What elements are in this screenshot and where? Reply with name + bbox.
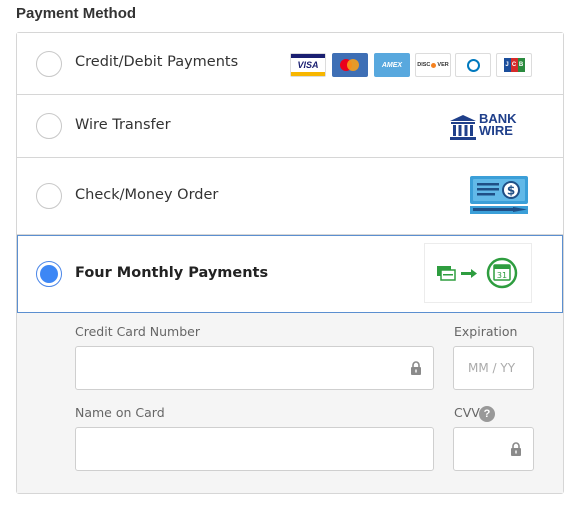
radio-four-monthly-payments[interactable] [36, 261, 62, 287]
lock-icon [411, 361, 421, 375]
name-on-card-input[interactable] [75, 427, 434, 471]
installment-logo: 31 [424, 243, 532, 303]
option-credit-debit[interactable]: Credit/Debit Payments VISA AMEX DISC VER … [17, 33, 563, 95]
discover-logo: DISC VER [415, 53, 451, 77]
check-icon: $ [470, 176, 528, 214]
bank-wire-logo: BANK WIRE [449, 112, 524, 143]
name-on-card-label: Name on Card [75, 405, 165, 420]
card-form: Credit Card Number Expiration MM / YY Na… [17, 313, 563, 493]
help-icon[interactable]: ? [479, 406, 495, 422]
option-label: Four Monthly Payments [75, 265, 269, 281]
cvv-label: CVV [454, 405, 480, 420]
calendar-day: 31 [497, 271, 507, 280]
bank-icon [450, 115, 476, 140]
expiration-label: Expiration [454, 324, 518, 339]
option-label: Wire Transfer [75, 117, 171, 133]
jcb-logo: J C B [496, 53, 532, 77]
card-number-input[interactable] [75, 346, 434, 390]
radio-credit-debit[interactable] [36, 51, 62, 77]
amex-logo: AMEX [374, 53, 410, 77]
visa-logo: VISA [290, 53, 326, 77]
mastercard-logo [332, 53, 368, 77]
wire-text: WIRE [479, 123, 513, 138]
cvv-input[interactable] [453, 427, 534, 471]
installment-icon: 31 [437, 257, 518, 289]
lock-icon [511, 442, 521, 456]
radio-check-money-order[interactable] [36, 183, 62, 209]
payment-method-panel: Credit/Debit Payments VISA AMEX DISC VER … [16, 32, 564, 494]
option-label: Credit/Debit Payments [75, 54, 239, 70]
option-four-monthly-payments[interactable]: Four Monthly Payments 31 [17, 235, 563, 313]
svg-text:$: $ [507, 184, 515, 198]
section-title: Payment Method [16, 5, 137, 22]
card-number-label: Credit Card Number [75, 324, 200, 339]
option-wire-transfer[interactable]: Wire Transfer BANK WIRE [17, 95, 563, 158]
option-check-money-order[interactable]: Check/Money Order $ [17, 158, 563, 235]
radio-wire-transfer[interactable] [36, 113, 62, 139]
expiration-input[interactable]: MM / YY [453, 346, 534, 390]
option-label: Check/Money Order [75, 187, 219, 203]
diners-logo [455, 53, 491, 77]
